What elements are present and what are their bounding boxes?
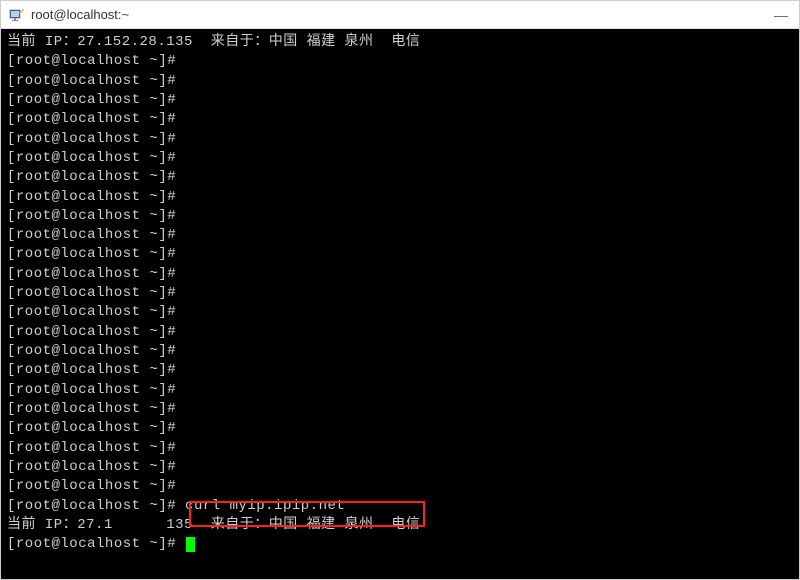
prompt-line: [root@localhost ~]# — [7, 400, 793, 419]
prompt-line: [root@localhost ~]# — [7, 439, 793, 458]
prompt-line: [root@localhost ~]# — [7, 110, 793, 129]
prompt-line: [root@localhost ~]# — [7, 91, 793, 110]
prompt-line: [root@localhost ~]# — [7, 381, 793, 400]
command-text: curl myip.ipip.net — [176, 498, 345, 514]
prompt-line: [root@localhost ~]# — [7, 265, 793, 284]
prompt-line: [root@localhost ~]# — [7, 284, 793, 303]
prompt-text: [root@localhost ~]# — [7, 536, 176, 552]
prompt-line: [root@localhost ~]# — [7, 477, 793, 496]
prompt-line: [root@localhost ~]# — [7, 361, 793, 380]
prompt-line: [root@localhost ~]# — [7, 149, 793, 168]
prompt-line: [root@localhost ~]# — [7, 323, 793, 342]
window-controls: — — [771, 7, 791, 23]
terminal-area[interactable]: 当前 IP：27.152.28.135 来自于：中国 福建 泉州 电信 [roo… — [1, 29, 799, 579]
minimize-button[interactable]: — — [771, 7, 791, 23]
ip-output-line-2: 当前 IP：27.1 135 来自于：中国 福建 泉州 电信 — [7, 516, 793, 535]
window-title: root@localhost:~ — [31, 7, 771, 22]
title-bar: root@localhost:~ — — [1, 1, 799, 29]
prompt-line: [root@localhost ~]# — [7, 342, 793, 361]
prompt-line: [root@localhost ~]# — [7, 245, 793, 264]
terminal-window: root@localhost:~ — 当前 IP：27.152.28.135 来… — [0, 0, 800, 580]
prompt-line: [root@localhost ~]# — [7, 52, 793, 71]
prompt-line: [root@localhost ~]# — [7, 188, 793, 207]
prompt-line: [root@localhost ~]# — [7, 168, 793, 187]
cursor — [186, 537, 195, 552]
prompt-line: [root@localhost ~]# — [7, 458, 793, 477]
prompt-line: [root@localhost ~]# — [7, 303, 793, 322]
ip-output-line: 当前 IP：27.152.28.135 来自于：中国 福建 泉州 电信 — [7, 33, 793, 52]
prompt-line: [root@localhost ~]# — [7, 72, 793, 91]
current-prompt-line: [root@localhost ~]# — [7, 535, 793, 554]
prompt-line: [root@localhost ~]# — [7, 226, 793, 245]
prompt-line: [root@localhost ~]# — [7, 419, 793, 438]
command-line: [root@localhost ~]# curl myip.ipip.net — [7, 497, 793, 516]
prompt-text: [root@localhost ~]# — [7, 498, 176, 514]
prompt-line: [root@localhost ~]# — [7, 207, 793, 226]
putty-icon — [9, 7, 25, 23]
prompt-line: [root@localhost ~]# — [7, 130, 793, 149]
